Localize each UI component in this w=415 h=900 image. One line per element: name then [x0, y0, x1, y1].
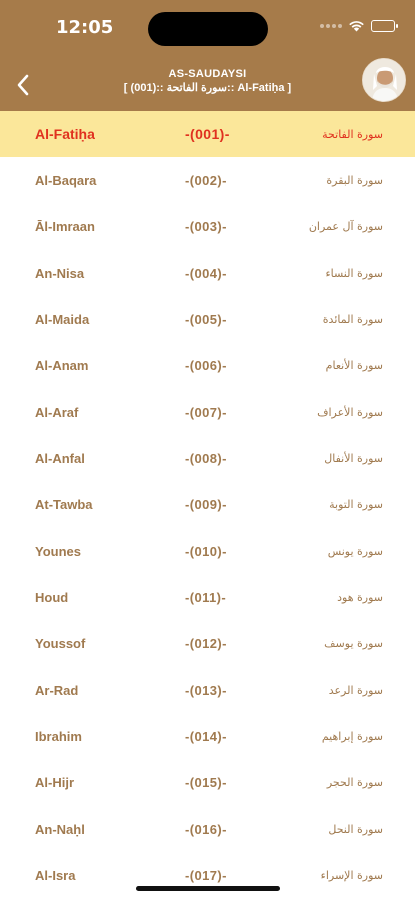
home-indicator [136, 886, 280, 891]
surah-number: -(005)- [185, 312, 227, 328]
surah-name-arabic: سورة النساء [325, 266, 383, 280]
surah-name-arabic: سورة هود [337, 591, 383, 605]
status-icons [320, 20, 398, 32]
surah-row[interactable]: Houd -(011)- سورة هود [0, 574, 415, 620]
surah-number: -(008)- [185, 451, 227, 467]
surah-name-arabic: سورة الأنفال [324, 452, 383, 466]
reciter-name: AS-SAUDAYSI [168, 68, 247, 80]
surah-name-latin: At-Tawba [35, 497, 93, 513]
surah-name-latin: An-Naḥl [35, 821, 85, 837]
surah-name-arabic: سورة الإسراء [320, 869, 383, 883]
surah-number: -(016)- [185, 821, 227, 837]
chevron-left-icon [17, 74, 29, 96]
surah-number: -(013)- [185, 682, 227, 698]
surah-name-arabic: سورة يوسف [324, 637, 383, 651]
surah-number: -(015)- [185, 775, 227, 791]
surah-number: -(017)- [185, 868, 227, 884]
surah-name-arabic: سورة إبراهيم [321, 730, 383, 744]
surah-name-arabic: سورة الأعراف [317, 405, 383, 419]
surah-number: -(012)- [185, 636, 227, 652]
current-track-label: [ سورة الفاتحة ::(001):: Al-Fatiḥa ] [123, 82, 292, 94]
surah-number: -(014)- [185, 729, 227, 745]
surah-name-latin: Al-Anfal [35, 451, 85, 467]
surah-row[interactable]: Youssof -(012)- سورة يوسف [0, 621, 415, 667]
surah-name-latin: Al-Isra [35, 868, 76, 884]
surah-name-arabic: سورة التوبة [329, 498, 383, 512]
app-screen: 12:05 AS-SAUDAYSI [ سورة الفاتحة ::(001)… [0, 0, 415, 900]
dynamic-island [148, 12, 268, 46]
surah-number: -(010)- [185, 543, 227, 559]
surah-row[interactable]: Al-Anfal -(008)- سورة الأنفال [0, 435, 415, 481]
surah-name-latin: Al-Araf [35, 404, 79, 420]
surah-row[interactable]: Al-Anam -(006)- سورة الأنعام [0, 343, 415, 389]
surah-name-latin: Houd [35, 590, 69, 606]
surah-number: -(011)- [185, 590, 227, 606]
surah-name-latin: Al-Baqara [35, 173, 97, 189]
surah-row[interactable]: Al-Maida -(005)- سورة المائدة [0, 296, 415, 342]
surah-name-arabic: سورة آل عمران [308, 220, 383, 234]
surah-number: -(002)- [185, 173, 227, 189]
surah-name-latin: Al-Fatiḥa [35, 126, 95, 143]
header-bar: 12:05 AS-SAUDAYSI [ سورة الفاتحة ::(001)… [0, 0, 415, 111]
surah-row[interactable]: An-Nisa -(004)- سورة النساء [0, 250, 415, 296]
surah-row[interactable]: Al-Araf -(007)- سورة الأعراف [0, 389, 415, 435]
surah-number: -(004)- [185, 265, 227, 281]
surah-row[interactable]: Al-Isra -(017)- سورة الإسراء [0, 853, 415, 899]
surah-name-arabic: سورة الرعد [328, 683, 383, 697]
surah-name-latin: Al-Hijr [35, 775, 74, 791]
surah-name-arabic: سورة الأنعام [325, 359, 383, 373]
surah-row[interactable]: Al-Hijr -(015)- سورة الحجر [0, 760, 415, 806]
reciter-avatar[interactable] [362, 58, 406, 102]
surah-row[interactable]: At-Tawba -(009)- سورة التوبة [0, 482, 415, 528]
surah-number: -(006)- [185, 358, 227, 374]
surah-number: -(009)- [185, 497, 227, 513]
battery-icon [371, 20, 398, 32]
surah-row[interactable]: Younes -(010)- سورة يونس [0, 528, 415, 574]
surah-row[interactable]: Ibrahim -(014)- سورة إبراهيم [0, 713, 415, 759]
wifi-icon [349, 21, 364, 32]
surah-name-arabic: سورة النحل [328, 822, 383, 836]
surah-row[interactable]: An-Naḥl -(016)- سورة النحل [0, 806, 415, 852]
now-playing-title: AS-SAUDAYSI [ سورة الفاتحة ::(001):: Al-… [60, 68, 355, 95]
cellular-signal-icon [320, 24, 342, 28]
surah-row[interactable]: Al-Fatiḥa -(001)- سورة الفاتحة [0, 111, 415, 158]
reciter-portrait-icon [363, 59, 405, 101]
surah-name-latin: Al-Maida [35, 312, 90, 328]
surah-name-latin: Ibrahim [35, 729, 82, 745]
status-time: 12:05 [56, 17, 114, 38]
surah-number: -(003)- [185, 219, 227, 235]
surah-name-latin: An-Nisa [35, 265, 85, 281]
surah-number: -(007)- [185, 404, 227, 420]
surah-name-latin: Youssof [35, 636, 86, 652]
surah-name-arabic: سورة البقرة [326, 174, 383, 188]
surah-row[interactable]: Al-Baqara -(002)- سورة البقرة [0, 157, 415, 203]
surah-list: Al-Fatiḥa -(001)- سورة الفاتحة Al-Baqara -(0… [0, 111, 415, 899]
back-button[interactable] [10, 70, 36, 100]
surah-name-arabic: سورة يونس [327, 544, 383, 558]
surah-name-latin: Ar-Rad [35, 682, 79, 698]
surah-number: -(001)- [185, 126, 230, 143]
surah-name-arabic: سورة المائدة [322, 313, 383, 327]
surah-name-latin: Āl-Imraan [35, 219, 95, 235]
surah-row[interactable]: Āl-Imraan -(003)- سورة آل عمران [0, 204, 415, 250]
surah-name-latin: Al-Anam [35, 358, 89, 374]
surah-name-latin: Younes [35, 543, 81, 559]
surah-name-arabic: سورة الحجر [326, 776, 383, 790]
surah-row[interactable]: Ar-Rad -(013)- سورة الرعد [0, 667, 415, 713]
surah-name-arabic: سورة الفاتحة [322, 127, 383, 141]
